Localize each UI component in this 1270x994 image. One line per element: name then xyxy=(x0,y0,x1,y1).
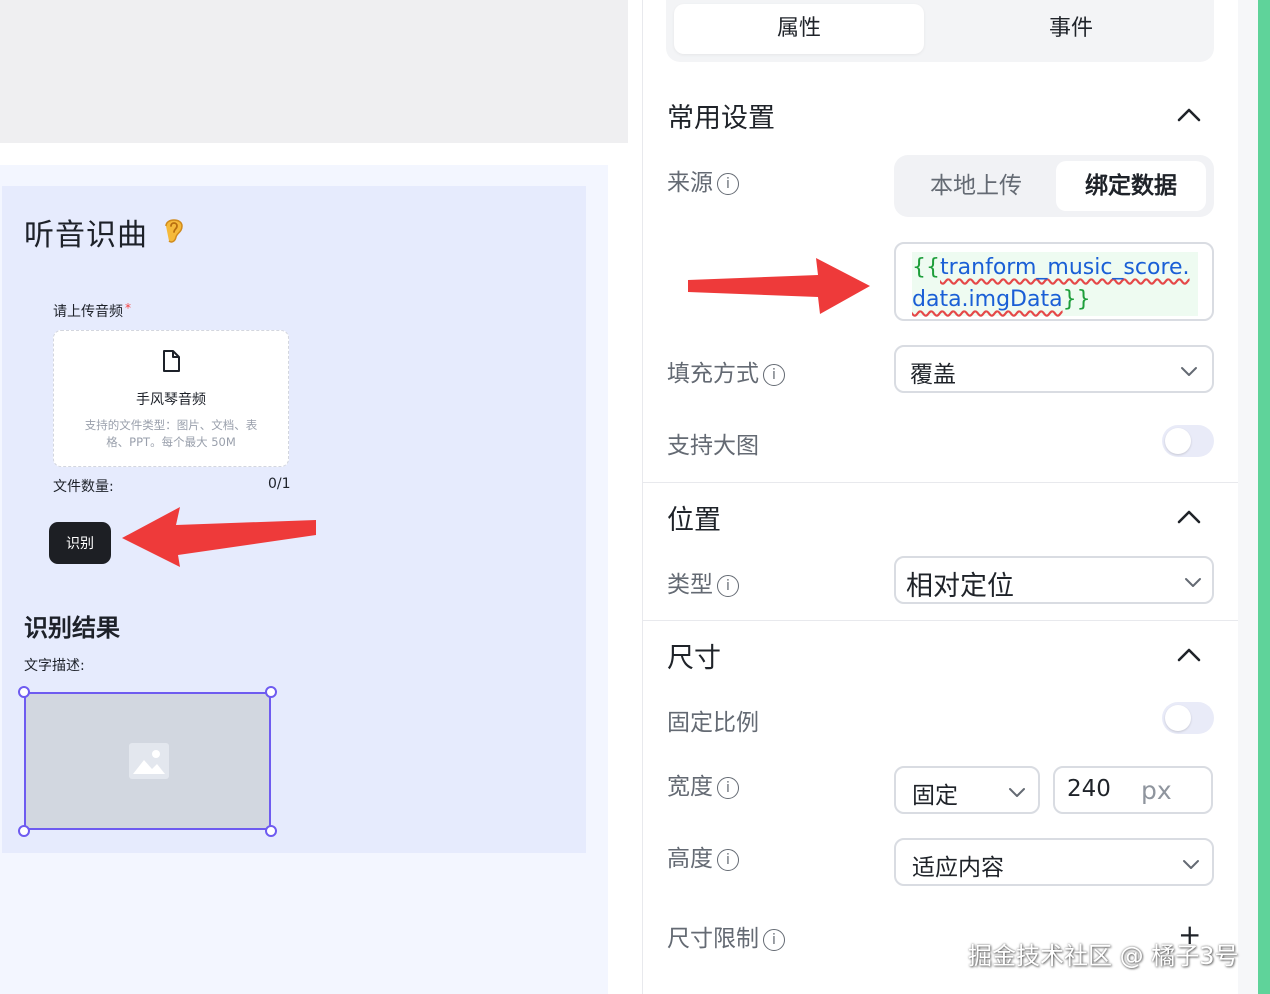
height-mode-value: 适应内容 xyxy=(912,855,1004,881)
upload-label: 请上传音频 * xyxy=(53,301,131,321)
toggle-knob xyxy=(1165,705,1191,731)
upload-label-text: 请上传音频 xyxy=(53,304,123,320)
height-mode-select[interactable]: 适应内容 xyxy=(894,838,1214,886)
section-size-title: 尺寸 xyxy=(667,643,721,674)
info-icon[interactable]: i xyxy=(717,777,739,799)
section-divider xyxy=(642,620,1238,621)
height-label-text: 高度 xyxy=(667,846,713,872)
width-label: 宽度 i xyxy=(667,767,739,801)
chevron-up-icon[interactable] xyxy=(1176,508,1202,524)
chevron-up-icon[interactable] xyxy=(1176,106,1202,122)
resize-handle-top-right[interactable] xyxy=(265,686,277,698)
annotation-arrow-right xyxy=(688,258,870,314)
size-limit-label-text: 尺寸限制 xyxy=(667,926,759,952)
info-icon[interactable]: i xyxy=(717,173,739,195)
position-type-label-text: 类型 xyxy=(667,572,713,598)
ear-icon xyxy=(165,219,183,243)
info-icon[interactable]: i xyxy=(763,364,785,386)
binding-close-brace: }} xyxy=(1062,287,1091,312)
panel-tabs: 属性 事件 xyxy=(666,0,1214,62)
info-icon[interactable]: i xyxy=(763,929,785,951)
info-icon[interactable]: i xyxy=(717,575,739,597)
size-limit-label: 尺寸限制 i xyxy=(667,919,785,953)
width-value-input[interactable]: 240 px xyxy=(1053,766,1213,814)
binding-expression-text: tranform_music_score.data.imgData xyxy=(912,255,1190,312)
large-image-label: 支持大图 xyxy=(667,433,759,459)
position-type-value: 相对定位 xyxy=(906,571,1014,602)
desc-label: 文字描述: xyxy=(24,658,85,674)
source-segmented-control: 本地上传 绑定数据 xyxy=(894,155,1214,217)
section-divider xyxy=(642,482,1238,483)
chevron-down-icon xyxy=(1009,788,1025,797)
width-label-text: 宽度 xyxy=(667,774,713,800)
panel-right-edge xyxy=(1238,0,1258,994)
chevron-down-icon xyxy=(1185,578,1201,587)
binding-expression: {{tranform_music_score.data.imgData}} xyxy=(912,252,1198,316)
watermark: 掘金技术社区 @ 橘子3号 xyxy=(968,942,1239,970)
source-label: 来源 i xyxy=(667,163,739,197)
recognize-button[interactable]: 识别 xyxy=(49,522,111,564)
dropzone-desc: 支持的文件类型：图片、文档、表格、PPT。每个最大 50M xyxy=(84,418,258,449)
chevron-up-icon[interactable] xyxy=(1176,646,1202,662)
canvas-top-area xyxy=(0,0,628,143)
required-mark: * xyxy=(125,301,131,315)
section-position-title: 位置 xyxy=(667,505,721,536)
source-option-local-upload[interactable]: 本地上传 xyxy=(900,161,1052,211)
large-image-toggle[interactable] xyxy=(1162,425,1214,457)
resize-handle-top-left[interactable] xyxy=(18,686,30,698)
source-label-text: 来源 xyxy=(667,170,713,196)
binding-expression-input[interactable]: {{tranform_music_score.data.imgData}} xyxy=(894,242,1214,321)
binding-open-brace: {{ xyxy=(912,255,940,280)
width-unit: px xyxy=(1141,776,1172,805)
toggle-knob xyxy=(1165,428,1191,454)
audio-dropzone[interactable]: 手风琴音频 支持的文件类型：图片、文档、表格、PPT。每个最大 50M xyxy=(53,330,289,467)
chevron-down-icon xyxy=(1183,860,1199,869)
annotation-arrow-left xyxy=(122,507,316,567)
tab-events[interactable]: 事件 xyxy=(936,4,1206,54)
width-value: 240 xyxy=(1067,776,1111,802)
chevron-down-icon xyxy=(1181,367,1197,376)
green-edge-strip xyxy=(1258,0,1270,994)
dropzone-title: 手风琴音频 xyxy=(136,392,206,408)
fill-mode-label: 填充方式 i xyxy=(667,354,785,388)
fixed-ratio-label: 固定比例 xyxy=(667,710,759,736)
resize-handle-bottom-right[interactable] xyxy=(265,825,277,837)
fill-mode-value: 覆盖 xyxy=(910,362,956,388)
fill-mode-label-text: 填充方式 xyxy=(667,361,759,387)
section-common-title: 常用设置 xyxy=(667,103,775,134)
width-mode-select[interactable]: 固定 xyxy=(894,766,1040,814)
height-label: 高度 i xyxy=(667,839,739,873)
file-count-label: 文件数量: xyxy=(53,479,114,495)
image-placeholder[interactable] xyxy=(24,692,271,830)
resize-handle-bottom-left[interactable] xyxy=(18,825,30,837)
fill-mode-select[interactable]: 覆盖 xyxy=(894,345,1214,393)
width-mode-value: 固定 xyxy=(912,783,958,809)
image-icon xyxy=(129,743,169,779)
source-option-bind-data[interactable]: 绑定数据 xyxy=(1056,161,1206,211)
file-count-value: 0/1 xyxy=(268,476,291,492)
page-title: 听音识曲 xyxy=(24,218,148,253)
fixed-ratio-toggle[interactable] xyxy=(1162,702,1214,734)
result-title: 识别结果 xyxy=(24,614,120,642)
tab-properties[interactable]: 属性 xyxy=(674,4,924,54)
info-icon[interactable]: i xyxy=(717,849,739,871)
file-icon xyxy=(163,350,180,372)
position-type-select[interactable]: 相对定位 xyxy=(894,556,1214,604)
position-type-label: 类型 i xyxy=(667,565,739,599)
